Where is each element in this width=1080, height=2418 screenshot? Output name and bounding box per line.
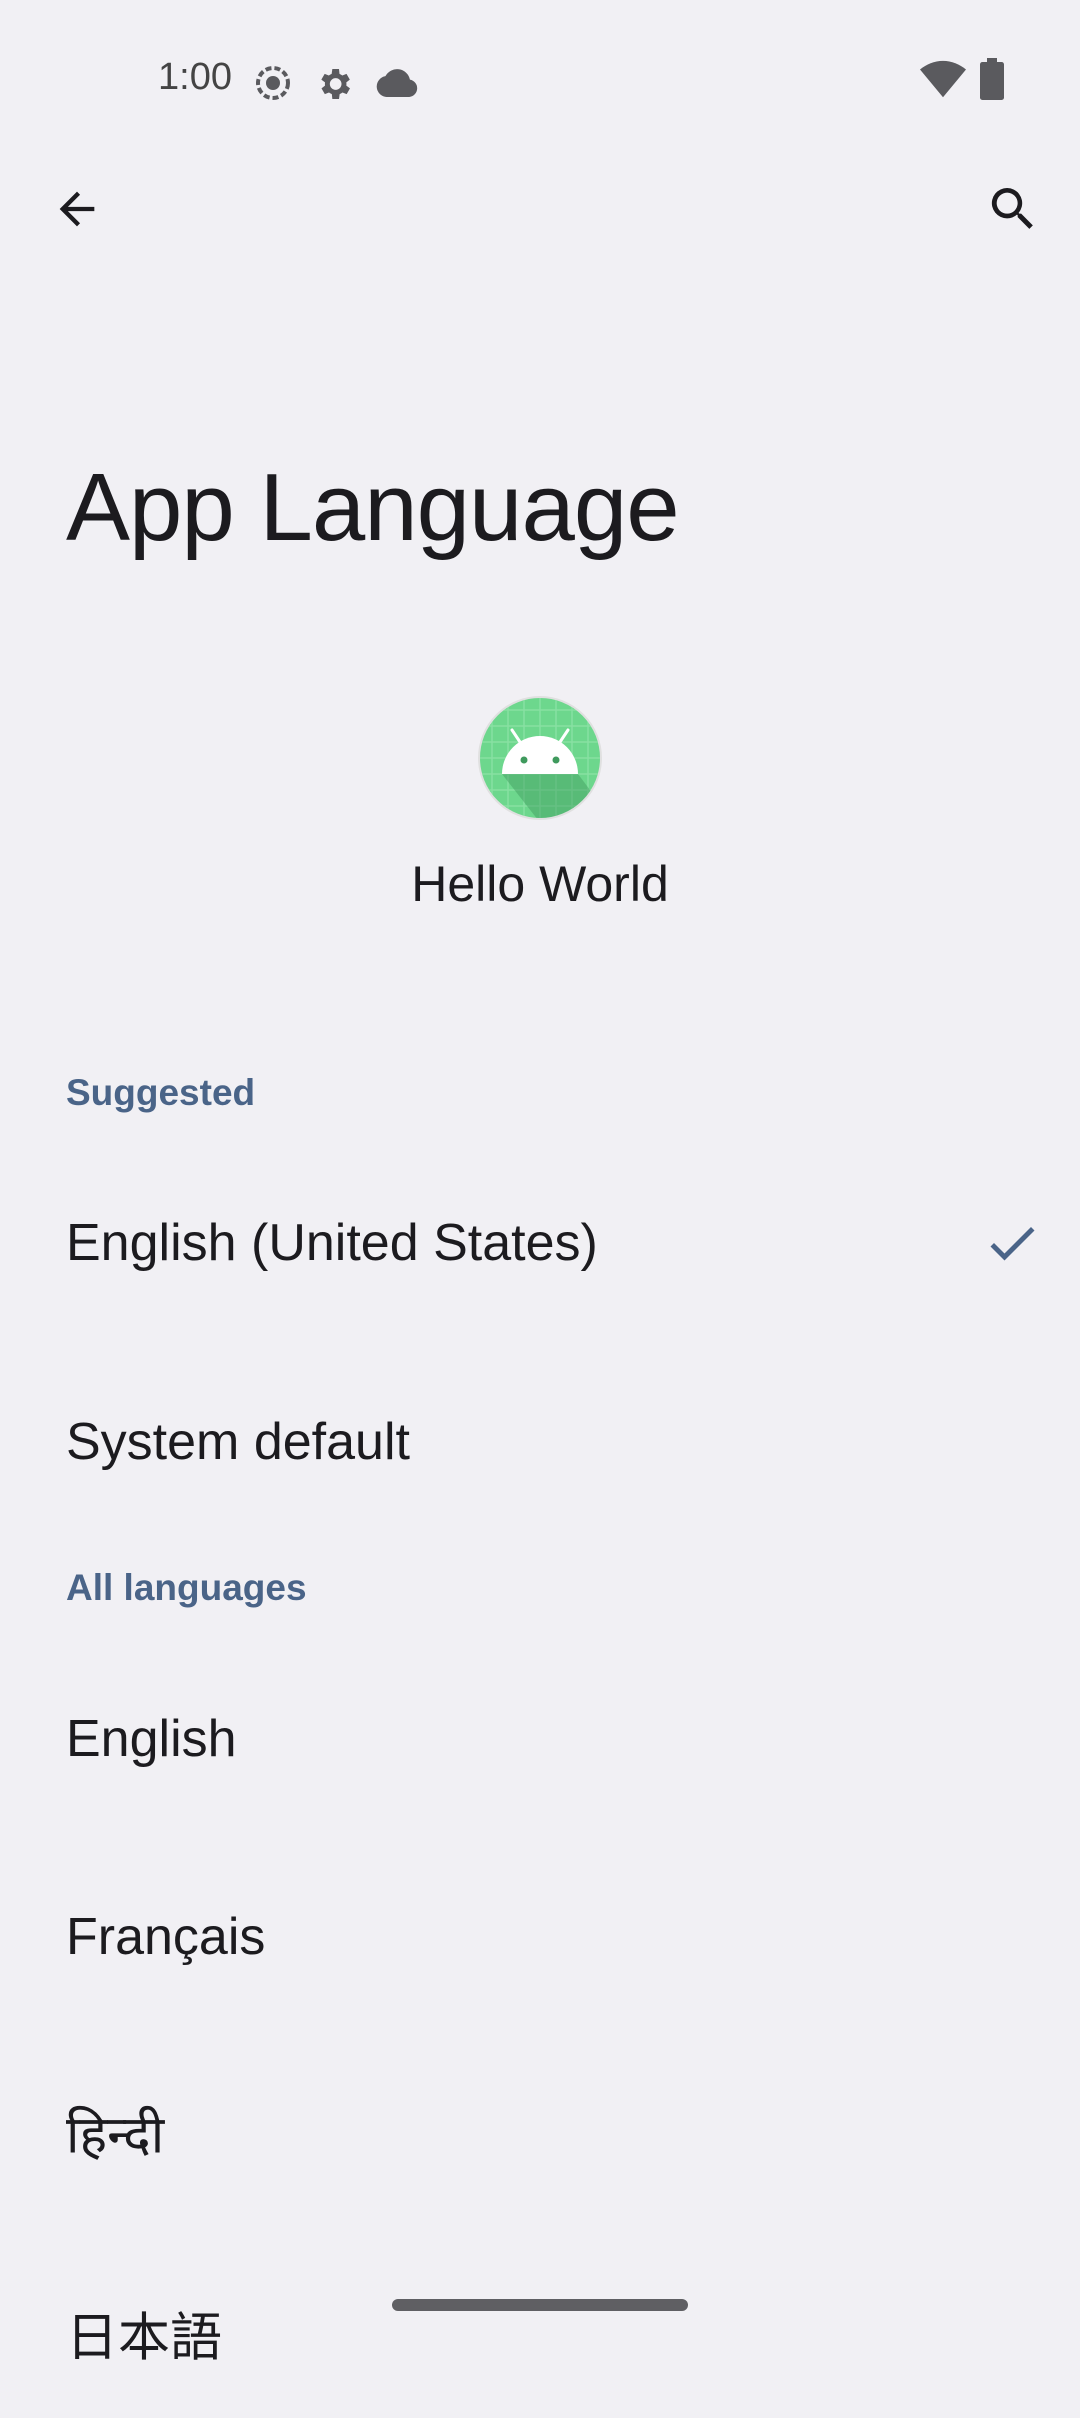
language-item-francais[interactable]: Français [0, 1852, 1080, 2022]
wifi-icon [920, 60, 966, 104]
status-time: 1:00 [158, 56, 232, 98]
screen-record-icon [254, 64, 292, 106]
section-header-suggested: Suggested [66, 1072, 256, 1113]
section-header-all-languages: All languages [66, 1567, 307, 1608]
language-item-system-default[interactable]: System default [0, 1357, 1080, 1527]
language-label: 日本語 [66, 2309, 223, 2368]
language-label: English [66, 1710, 237, 1768]
cloud-icon [376, 64, 418, 106]
arrow-back-icon [51, 183, 103, 239]
check-icon [982, 1213, 1042, 1273]
app-bar [0, 160, 1080, 270]
settings-gear-icon [314, 64, 354, 108]
battery-icon [980, 58, 1004, 104]
back-button[interactable] [36, 170, 118, 252]
language-item-hindi[interactable]: हिन्दी [0, 2048, 1080, 2218]
language-label: English (United States) [66, 1214, 598, 1272]
language-item-english[interactable]: English [0, 1654, 1080, 1824]
language-item-japanese[interactable]: 日本語 [0, 2248, 1080, 2418]
language-label: System default [66, 1413, 410, 1471]
search-icon [985, 181, 1041, 241]
android-icon [478, 696, 602, 820]
language-label: हिन्दी [66, 2106, 165, 2165]
status-bar: 1:00 [0, 0, 1080, 160]
page-title: App Language [66, 454, 680, 561]
search-button[interactable] [972, 170, 1054, 252]
language-label: Français [66, 1908, 266, 1966]
gesture-nav-handle[interactable] [392, 2299, 688, 2311]
app-name: Hello World [411, 856, 669, 912]
app-header: Hello World [0, 696, 1080, 914]
language-item-english-us[interactable]: English (United States) [0, 1158, 1080, 1328]
